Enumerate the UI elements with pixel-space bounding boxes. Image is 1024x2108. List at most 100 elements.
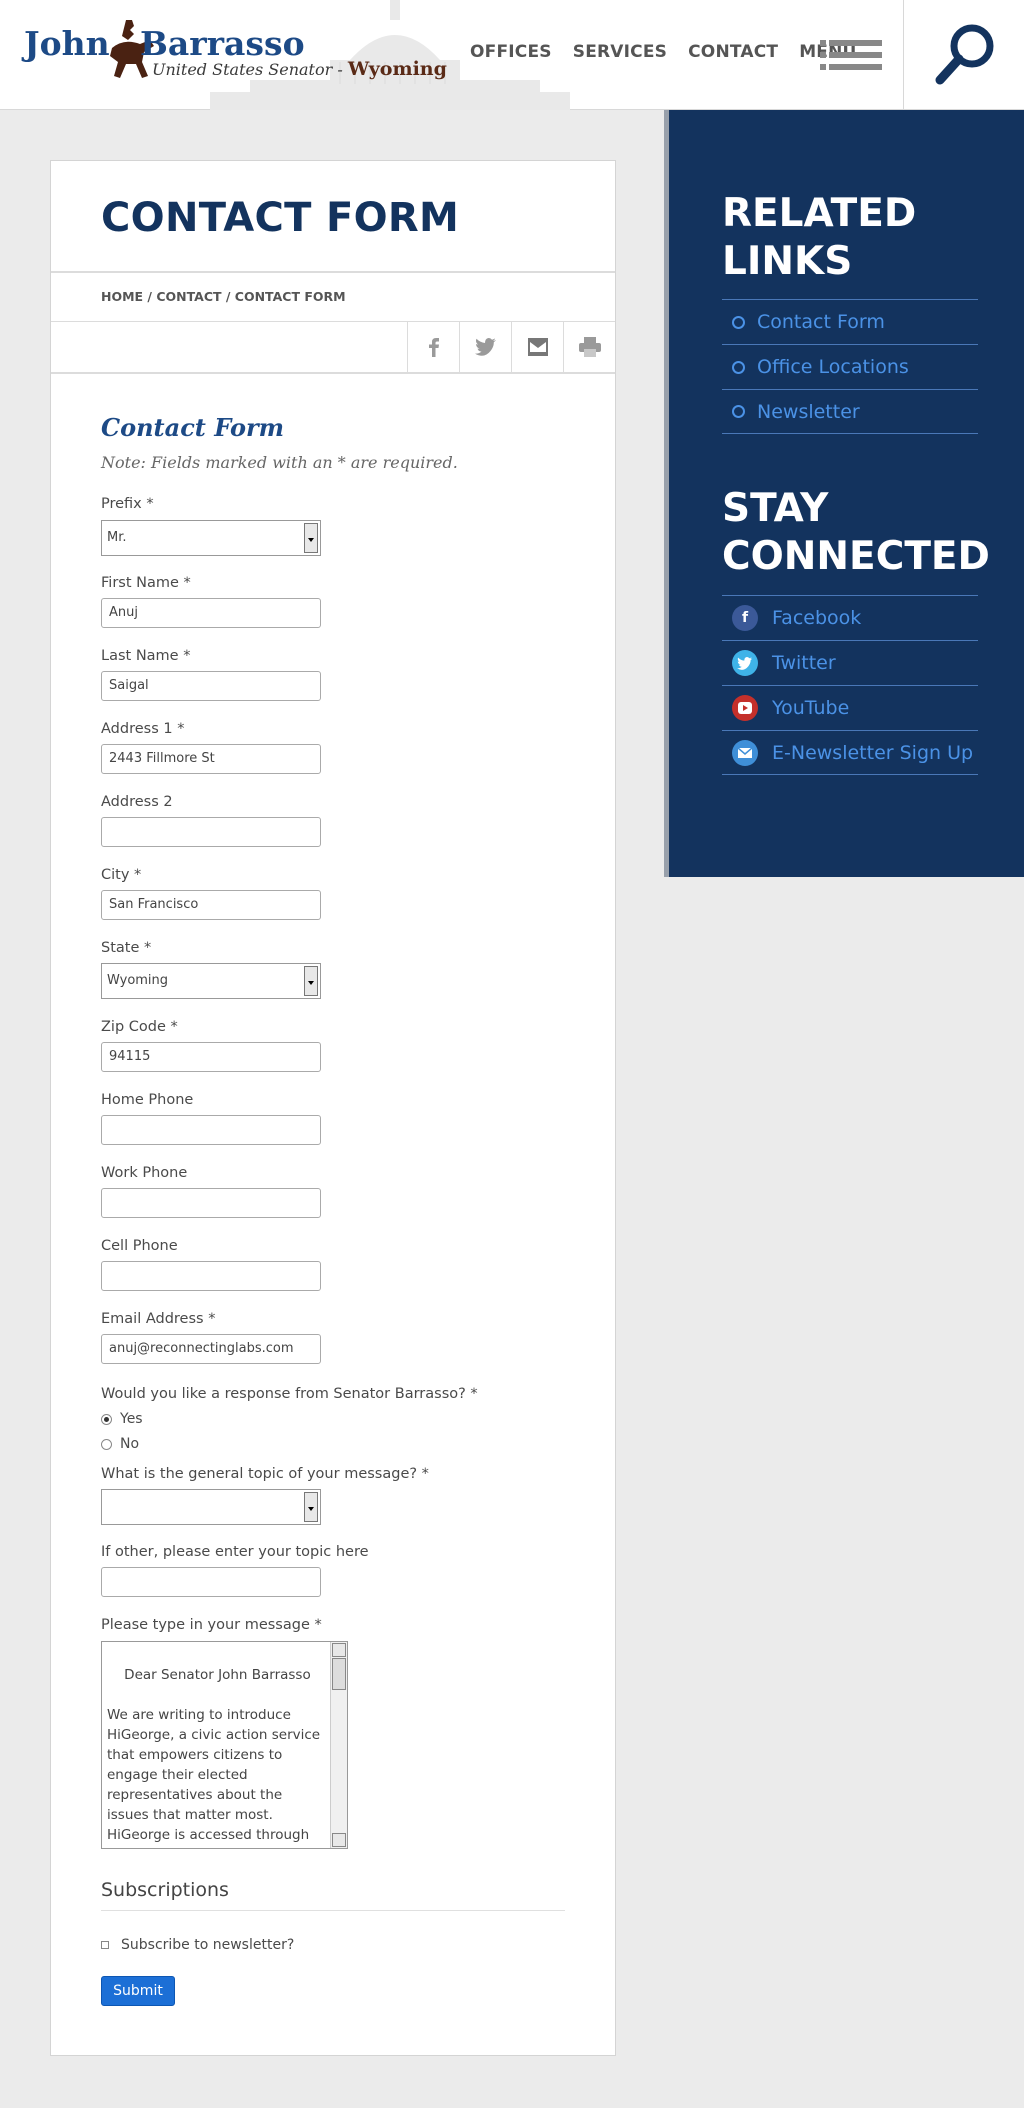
dropdown-arrow-icon xyxy=(304,523,318,553)
scroll-thumb[interactable] xyxy=(332,1658,346,1690)
zip-input[interactable]: 94115 xyxy=(101,1042,321,1072)
related-link-newsletter[interactable]: Newsletter xyxy=(722,389,978,434)
subscribe-checkbox[interactable] xyxy=(101,1941,109,1949)
home-phone-label: Home Phone xyxy=(101,1092,194,1108)
address1-label: Address 1 * xyxy=(101,721,185,737)
state-select[interactable]: Wyoming xyxy=(101,963,321,999)
prefix-select[interactable]: Mr. xyxy=(101,520,321,556)
scroll-down-arrow-icon[interactable] xyxy=(332,1833,346,1847)
related-links-list: Contact Form Office Locations Newsletter xyxy=(722,299,978,434)
first-name-input[interactable]: Anuj xyxy=(101,598,321,628)
submit-button[interactable]: Submit xyxy=(101,1976,175,2006)
twitter-icon xyxy=(474,338,496,356)
work-phone-label: Work Phone xyxy=(101,1165,188,1181)
message-textarea[interactable]: Dear Senator John Barrasso We are writin… xyxy=(101,1641,348,1849)
cell-phone-input[interactable] xyxy=(101,1261,321,1291)
sidebar: RELATED LINKS Contact Form Office Locati… xyxy=(664,110,1024,877)
print-icon xyxy=(578,337,601,357)
message-scrollbar[interactable] xyxy=(330,1642,347,1848)
message-text: Dear Senator John Barrasso We are writin… xyxy=(107,1667,321,1848)
home-phone-input[interactable] xyxy=(101,1115,321,1145)
response-yes-radio[interactable] xyxy=(101,1413,112,1425)
divider xyxy=(51,271,615,273)
social-link-newsletter[interactable]: E-Newsletter Sign Up xyxy=(722,730,978,775)
dropdown-arrow-icon xyxy=(304,1492,318,1522)
last-name-input[interactable]: Saigal xyxy=(101,671,321,701)
social-link-youtube[interactable]: YouTube xyxy=(722,685,978,730)
social-link-label: YouTube xyxy=(772,697,850,719)
stay-connected-heading: STAY CONNECTED xyxy=(722,485,990,581)
search-icon xyxy=(935,24,994,85)
related-link-label: Office Locations xyxy=(757,356,909,378)
address2-label: Address 2 xyxy=(101,794,173,810)
mail-icon xyxy=(732,739,758,766)
page-title: CONTACT FORM xyxy=(101,195,460,241)
city-label: City * xyxy=(101,867,142,883)
form-title: Contact Form xyxy=(101,413,285,442)
print-button[interactable] xyxy=(563,322,615,372)
divider xyxy=(101,1910,565,1911)
social-link-twitter[interactable]: Twitter xyxy=(722,640,978,685)
address2-input[interactable] xyxy=(101,817,321,847)
topic-label: What is the general topic of your messag… xyxy=(101,1466,429,1482)
contact-form-card: CONTACT FORM HOME / CONTACT / CONTACT FO… xyxy=(50,160,616,2056)
logo-subtitle: United States Senator - Wyoming xyxy=(152,58,447,80)
hamburger-menu-icon[interactable] xyxy=(820,40,882,70)
first-name-label: First Name * xyxy=(101,575,191,591)
subscribe-label: Subscribe to newsletter? xyxy=(121,1937,295,1953)
response-no-label: No xyxy=(120,1436,140,1452)
facebook-icon: f xyxy=(732,605,758,631)
state-label: State * xyxy=(101,940,152,956)
response-yes-label: Yes xyxy=(120,1411,143,1427)
scroll-up-arrow-icon[interactable] xyxy=(332,1643,346,1657)
stay-heading-line-1: STAY xyxy=(722,486,829,531)
twitter-icon xyxy=(732,650,758,676)
topic-select[interactable] xyxy=(101,1489,321,1525)
prefix-label: Prefix * xyxy=(101,496,154,512)
nav-offices[interactable]: OFFICES xyxy=(470,42,552,62)
city-input[interactable]: San Francisco xyxy=(101,890,321,920)
share-twitter-button[interactable] xyxy=(459,322,511,372)
logo-first-name: John xyxy=(24,24,110,63)
stay-heading-line-2: CONNECTED xyxy=(722,534,990,579)
site-header: John Barrasso United States Senator - Wy… xyxy=(0,0,1024,110)
circle-bullet-icon xyxy=(732,315,745,329)
main-nav: OFFICES SERVICES CONTACT MENU xyxy=(470,42,878,62)
social-link-label: E-Newsletter Sign Up xyxy=(772,741,974,764)
facebook-icon xyxy=(428,338,439,357)
share-email-button[interactable] xyxy=(511,322,563,372)
related-link-label: Newsletter xyxy=(757,400,860,423)
message-label: Please type in your message * xyxy=(101,1617,322,1633)
subscriptions-heading: Subscriptions xyxy=(101,1879,229,1901)
share-toolbar xyxy=(407,322,615,372)
related-link-office-locations[interactable]: Office Locations xyxy=(722,344,978,389)
social-links-list: f Facebook Twitter YouTube E-Newsletter … xyxy=(722,595,978,775)
related-link-contact-form[interactable]: Contact Form xyxy=(722,299,978,344)
search-button[interactable] xyxy=(903,0,1024,110)
response-yes-option[interactable]: Yes xyxy=(101,1411,143,1427)
email-input[interactable]: anuj@reconnectinglabs.com xyxy=(101,1334,321,1364)
work-phone-input[interactable] xyxy=(101,1188,321,1218)
response-no-radio[interactable] xyxy=(101,1438,112,1450)
subscribe-option[interactable]: Subscribe to newsletter? xyxy=(101,1937,294,1953)
other-topic-input[interactable] xyxy=(101,1567,321,1597)
address1-input[interactable]: 2443 Fillmore St xyxy=(101,744,321,774)
response-label: Would you like a response from Senator B… xyxy=(101,1386,478,1402)
social-link-facebook[interactable]: f Facebook xyxy=(722,595,978,640)
logo-state: Wyoming xyxy=(347,58,447,80)
dropdown-arrow-icon xyxy=(304,966,318,996)
breadcrumb[interactable]: HOME / CONTACT / CONTACT FORM xyxy=(101,289,346,304)
circle-bullet-icon xyxy=(732,360,745,374)
related-links-heading: RELATED LINKS xyxy=(722,190,916,286)
nav-services[interactable]: SERVICES xyxy=(573,42,667,62)
related-heading-line-1: RELATED xyxy=(722,191,917,236)
nav-contact[interactable]: CONTACT xyxy=(688,42,778,62)
social-link-label: Facebook xyxy=(772,607,862,629)
share-facebook-button[interactable] xyxy=(407,322,459,372)
required-note: Note: Fields marked with an * are requir… xyxy=(101,453,458,472)
envelope-icon xyxy=(527,338,548,356)
cell-phone-label: Cell Phone xyxy=(101,1238,178,1254)
circle-bullet-icon xyxy=(732,405,745,418)
response-no-option[interactable]: No xyxy=(101,1436,139,1452)
social-link-label: Twitter xyxy=(772,652,836,674)
